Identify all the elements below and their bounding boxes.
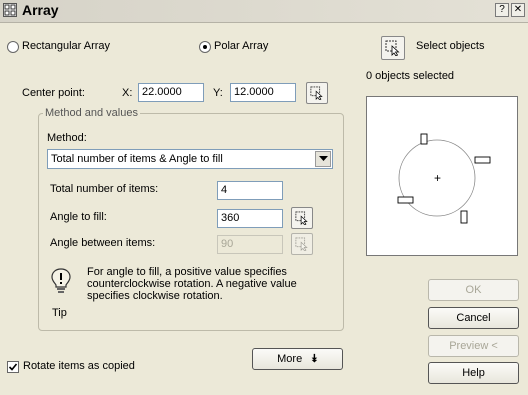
total-items-label: Total number of items:	[50, 183, 159, 195]
angle-to-fill-input[interactable]: 360	[217, 209, 283, 228]
center-y-label: Y:	[213, 87, 223, 99]
center-point-label: Center point:	[22, 87, 85, 99]
ok-button[interactable]: OK	[428, 279, 519, 301]
method-label: Method:	[47, 132, 87, 144]
rotate-items-checkbox[interactable]	[7, 361, 19, 373]
more-button-label: More	[277, 353, 303, 365]
angle-between-label: Angle between items:	[50, 237, 156, 249]
pick-angle-to-fill-button[interactable]	[291, 207, 313, 229]
lightbulb-icon	[50, 268, 72, 294]
title-bar: Array ? ✕	[0, 0, 528, 23]
pick-point-icon	[385, 40, 400, 56]
dialog-title: Array	[22, 2, 59, 18]
svg-text:+: +	[434, 171, 441, 185]
center-x-input[interactable]: 22.0000	[138, 83, 204, 102]
total-items-input[interactable]: 4	[217, 181, 283, 200]
select-objects-button[interactable]	[381, 36, 405, 60]
pick-angle-between-button	[291, 233, 313, 255]
double-chevron-down-icon: ⯯	[311, 353, 318, 365]
center-y-input[interactable]: 12.0000	[230, 83, 296, 102]
method-dropdown-value: Total number of items & Angle to fill	[51, 153, 223, 165]
help-title-button[interactable]: ?	[495, 3, 509, 17]
method-values-legend: Method and values	[43, 107, 140, 119]
close-title-button[interactable]: ✕	[511, 3, 525, 17]
array-preview: +	[366, 96, 518, 256]
angle-to-fill-label: Angle to fill:	[50, 211, 107, 223]
cancel-button[interactable]: Cancel	[428, 307, 519, 329]
tip-text: For angle to fill, a positive value spec…	[87, 266, 297, 302]
polar-array-label[interactable]: Polar Array	[214, 40, 268, 52]
rectangular-array-label[interactable]: Rectangular Array	[22, 40, 110, 52]
objects-selected-count: 0 objects selected	[366, 70, 455, 82]
pick-center-point-button[interactable]	[306, 82, 328, 104]
pick-point-icon	[295, 211, 308, 225]
angle-between-input: 90	[217, 235, 283, 254]
array-app-icon	[3, 3, 17, 17]
rectangular-array-radio[interactable]	[7, 41, 19, 53]
select-objects-label: Select objects	[416, 40, 485, 52]
help-button[interactable]: Help	[428, 362, 519, 384]
preview-button[interactable]: Preview <	[428, 335, 519, 357]
center-x-label: X:	[122, 87, 133, 99]
chevron-down-icon[interactable]	[315, 151, 331, 167]
more-button[interactable]: More ⯯	[252, 348, 343, 370]
polar-array-radio[interactable]	[199, 41, 211, 53]
polar-array-preview-graphic: +	[397, 133, 491, 224]
tip-title: Tip	[52, 307, 67, 319]
method-dropdown[interactable]: Total number of items & Angle to fill	[47, 149, 333, 169]
pick-point-icon	[310, 86, 323, 100]
array-dialog: Array ? ✕ Rectangular Array Polar Array …	[0, 0, 528, 395]
pick-point-icon	[295, 237, 308, 251]
rotate-items-label[interactable]: Rotate items as copied	[23, 360, 135, 372]
